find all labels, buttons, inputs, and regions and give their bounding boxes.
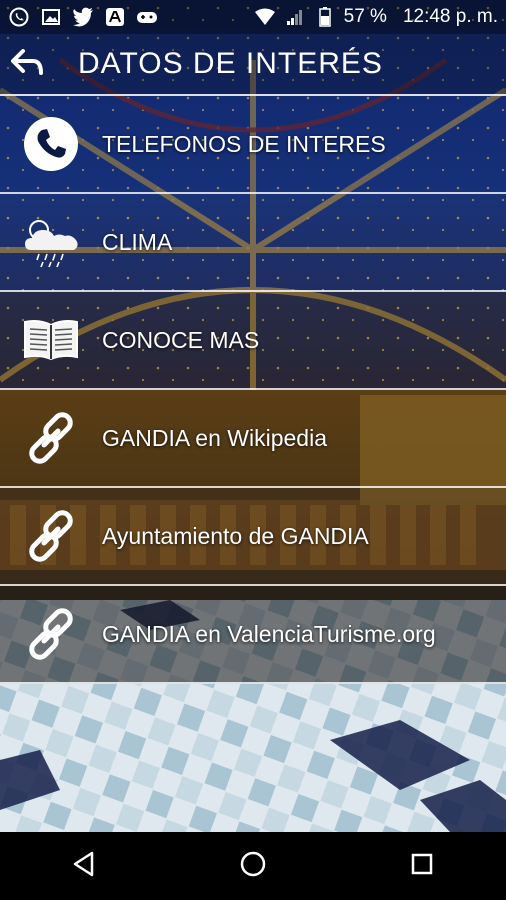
menu-list: TELEFONOS DE INTERES CLIMA CONOCE MAS GA… [0, 96, 506, 684]
whatsapp-icon [8, 6, 30, 28]
nav-recents-button[interactable] [392, 836, 452, 896]
nav-home-button[interactable] [223, 836, 283, 896]
link-icon [21, 506, 81, 566]
menu-item-label: CLIMA [102, 228, 173, 255]
link-icon [21, 604, 81, 664]
recents-square-icon [410, 852, 434, 880]
menu-item-wikipedia[interactable]: GANDIA en Wikipedia [0, 390, 506, 488]
home-circle-icon [239, 850, 267, 882]
menu-item-valenciaturisme[interactable]: GANDIA en ValenciaTurisme.org [0, 586, 506, 684]
menu-item-label: TELEFONOS DE INTERES [102, 130, 386, 157]
wifi-icon [254, 6, 276, 28]
phone-icon [21, 114, 81, 174]
book-icon [21, 310, 81, 370]
menu-item-label: GANDIA en Wikipedia [102, 424, 327, 451]
app-bar: DATOS DE INTERÉS [0, 34, 506, 96]
menu-item-conoce-mas[interactable]: CONOCE MAS [0, 292, 506, 390]
link-icon [21, 408, 81, 468]
game-icon [136, 6, 158, 28]
gallery-icon [40, 6, 62, 28]
back-button[interactable] [0, 33, 56, 95]
twitter-icon [72, 6, 94, 28]
nav-back-button[interactable] [54, 836, 114, 896]
page-title: DATOS DE INTERÉS [78, 47, 383, 80]
system-status: 57 % 12:48 p. m. [254, 6, 498, 28]
notification-icons [8, 6, 158, 28]
menu-item-clima[interactable]: CLIMA [0, 194, 506, 292]
menu-item-ayuntamiento[interactable]: Ayuntamiento de GANDIA [0, 488, 506, 586]
clock: 12:48 p. m. [402, 6, 498, 27]
menu-item-label: CONOCE MAS [102, 326, 260, 353]
back-arrow-icon [11, 49, 45, 79]
menu-item-label: Ayuntamiento de GANDIA [102, 522, 369, 549]
battery-percent: 57 % [343, 6, 387, 27]
status-bar: 57 % 12:48 p. m. [0, 0, 506, 34]
menu-item-telefonos[interactable]: TELEFONOS DE INTERES [0, 96, 506, 194]
weather-icon [21, 212, 81, 272]
menu-item-label: GANDIA en ValenciaTurisme.org [102, 620, 436, 647]
navigation-bar [0, 832, 506, 900]
back-triangle-icon [72, 851, 96, 881]
signal-icon [284, 6, 306, 28]
ad-icon [104, 6, 126, 28]
battery-icon [314, 6, 336, 28]
